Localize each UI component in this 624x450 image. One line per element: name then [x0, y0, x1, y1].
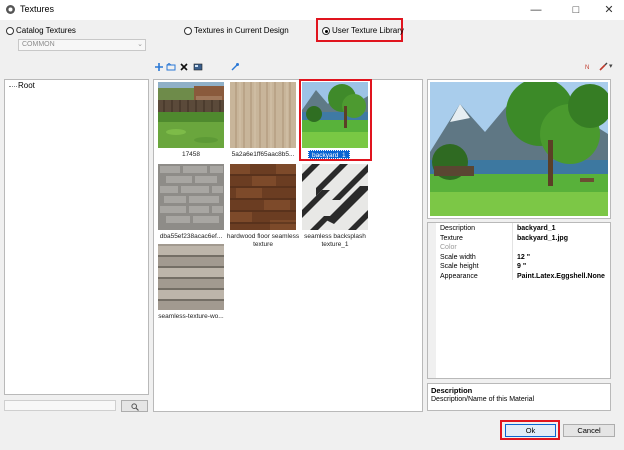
catalog-combo-value: COMMON: [22, 41, 55, 48]
folder-tree[interactable]: Root: [4, 79, 149, 395]
search-input[interactable]: [4, 400, 116, 411]
texture-thumbnail: [230, 82, 296, 148]
tree-connector: [9, 86, 17, 87]
selected-texture-highlight: [299, 79, 372, 161]
property-name: Texture: [440, 234, 463, 242]
maximize-icon[interactable]: □: [561, 2, 591, 18]
property-value: backyard_1: [517, 225, 556, 232]
textures-app-icon: [6, 5, 15, 14]
svg-text:N: N: [585, 65, 589, 71]
radio-label: User Texture Library: [332, 26, 404, 35]
property-name: Description: [440, 225, 476, 232]
texture-caption: seamless-texture-wo...: [158, 313, 224, 320]
property-value: backyard_1.jpg: [517, 234, 568, 242]
property-divider: [512, 223, 513, 280]
minimize-icon[interactable]: —: [521, 2, 551, 18]
radio-label: Textures in Current Design: [194, 26, 289, 35]
catalog-combo[interactable]: COMMON ⌄: [18, 39, 146, 51]
description-panel: Description Description/Name of this Mat…: [427, 383, 611, 411]
texture-thumbnail: [158, 164, 224, 230]
texture-caption: 17458: [181, 151, 201, 158]
window-title: Textures: [20, 4, 55, 14]
radio-button-selected[interactable]: [322, 27, 330, 35]
texture-thumbnail: [230, 164, 296, 230]
property-grid: Description backyard_1 Texture backyard_…: [427, 222, 611, 379]
texture-thumbnail: [158, 82, 224, 148]
texture-thumbnail: [302, 164, 368, 230]
texture-grid[interactable]: 17458 5a2a6e1ff65aac8b5... backyard_1 db…: [153, 79, 423, 412]
property-gutter: [428, 223, 436, 378]
image-view-icon[interactable]: [193, 62, 203, 72]
texture-preview: [427, 79, 611, 219]
add-folder-icon[interactable]: [166, 62, 176, 72]
paint-brush-icon[interactable]: [598, 62, 608, 72]
chevron-down-icon[interactable]: ▾: [609, 62, 613, 70]
description-text: Description/Name of this Material: [431, 396, 535, 403]
cancel-button[interactable]: Cancel: [563, 424, 615, 437]
add-icon[interactable]: [154, 62, 164, 72]
property-value: 12 ": [517, 253, 531, 261]
property-name: Scale width: [440, 253, 476, 261]
property-name: Appearance: [440, 272, 478, 280]
radio-button[interactable]: [6, 27, 14, 35]
texture-caption: hardwood floor seamless texture: [226, 233, 300, 248]
eyedropper-icon[interactable]: [230, 62, 240, 72]
property-value: 9 ": [517, 263, 527, 270]
backyard-preview-image: [430, 82, 608, 216]
texture-caption: dba55ef238acac6ef...: [159, 233, 223, 240]
tree-root-item[interactable]: Root: [18, 81, 35, 90]
description-heading: Description: [431, 386, 473, 395]
property-name: Scale height: [440, 263, 479, 270]
texture-thumbnail: [158, 244, 224, 310]
radio-label: Catalog Textures: [16, 26, 76, 35]
radio-button[interactable]: [184, 27, 192, 35]
texture-caption: 5a2a6e1ff65aac8b5...: [231, 151, 295, 158]
search-icon: [131, 403, 139, 411]
sort-icon[interactable]: N: [584, 62, 594, 72]
close-icon[interactable]: ✕: [594, 2, 624, 18]
texture-caption: seamless backsplash texture_1: [304, 233, 366, 248]
delete-icon[interactable]: [179, 62, 189, 72]
title-bar: Textures — □ ✕: [0, 0, 624, 20]
ok-button[interactable]: Ok: [505, 424, 556, 437]
search-button[interactable]: [121, 400, 148, 412]
property-value: Paint.Latex.Eggshell.None: [517, 272, 605, 280]
property-name: Color: [440, 244, 457, 251]
chevron-down-icon: ⌄: [137, 41, 143, 48]
